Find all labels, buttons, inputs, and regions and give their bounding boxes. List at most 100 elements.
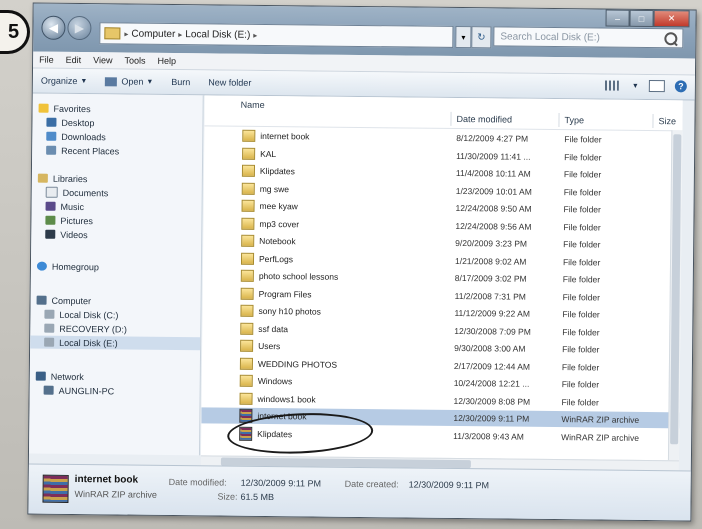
nav-desktop[interactable]: Desktop — [46, 116, 95, 130]
nav-videos[interactable]: Videos — [45, 228, 88, 241]
column-divider[interactable] — [558, 113, 560, 128]
file-type: File folder — [562, 256, 601, 267]
chevron-down-icon: ▼ — [80, 77, 88, 85]
help-icon[interactable]: ? — [674, 80, 687, 93]
recent-places-icon — [46, 145, 57, 155]
organize-label: Organize — [40, 75, 78, 87]
column-name[interactable]: Name — [241, 100, 265, 110]
search-icon[interactable] — [664, 32, 678, 46]
nav-desktop-label: Desktop — [61, 117, 95, 128]
menu-help[interactable]: Help — [157, 56, 176, 66]
nav-documents-label: Documents — [62, 187, 109, 198]
file-date-modified: 1/23/2009 10:01 AM — [455, 185, 532, 197]
nav-recent-places[interactable]: Recent Places — [46, 144, 119, 158]
explorer-window: ◀ ▶ ▸ Computer ▸ Local Disk (E:) ▸ ▾ ↻ S… — [27, 2, 697, 522]
nav-computer[interactable]: Computer — [36, 294, 92, 308]
menu-tools[interactable]: Tools — [124, 56, 145, 66]
folder-icon — [240, 322, 254, 335]
column-size[interactable]: Size — [658, 116, 676, 126]
new-folder-button[interactable]: New folder — [208, 77, 251, 87]
preview-pane-icon[interactable] — [648, 79, 665, 93]
file-name: KAL — [260, 148, 277, 159]
nav-aunglin-pc[interactable]: AUNGLIN-PC — [43, 384, 115, 398]
details-created-label: Date created: — [344, 478, 399, 490]
nav-network[interactable]: Network — [35, 370, 84, 384]
chevron-right-icon: ▸ — [253, 30, 258, 40]
homegroup-icon — [36, 261, 47, 271]
folder-icon — [241, 234, 255, 247]
downloads-icon — [46, 131, 57, 141]
details-created-value: 12/30/2009 9:11 PM — [408, 479, 490, 491]
menu-view[interactable]: View — [93, 55, 112, 65]
toolbar-right: ▼ ? — [604, 79, 687, 93]
column-divider[interactable] — [652, 114, 654, 129]
nav-music[interactable]: Music — [45, 200, 84, 213]
details-file-name: internet book — [74, 474, 139, 486]
column-date-modified[interactable]: Date modified — [456, 114, 512, 125]
desktop-icon — [46, 117, 57, 127]
menu-file[interactable]: File — [39, 55, 54, 65]
file-name: photo school lessons — [258, 270, 339, 282]
nav-documents[interactable]: Documents — [45, 186, 109, 200]
file-list: Name Date modified Type Size internet bo… — [200, 95, 683, 461]
folder-icon — [241, 182, 255, 195]
nav-recovery-label: RECOVERY (D:) — [59, 323, 128, 335]
nav-music-label: Music — [60, 201, 85, 212]
file-type: File folder — [561, 396, 599, 407]
burn-button[interactable]: Burn — [171, 77, 190, 87]
refresh-button[interactable]: ↻ — [471, 26, 492, 49]
nav-local-disk-e[interactable]: Local Disk (E:) — [30, 335, 201, 351]
winrar-archive-icon — [42, 474, 69, 503]
scroll-thumb[interactable] — [670, 134, 682, 445]
menu-edit[interactable]: Edit — [66, 55, 82, 65]
maximize-button[interactable]: □ — [629, 9, 654, 28]
folder-icon — [239, 374, 253, 387]
burn-label: Burn — [171, 76, 191, 88]
file-type: File folder — [564, 134, 602, 145]
file-date-modified: 11/4/2008 10:11 AM — [455, 167, 531, 179]
address-dropdown-button[interactable]: ▾ — [455, 25, 472, 49]
file-type: File folder — [563, 204, 601, 215]
star-icon — [38, 103, 49, 113]
nav-recovery-d[interactable]: RECOVERY (D:) — [44, 322, 127, 336]
file-name: mp3 cover — [259, 218, 300, 229]
change-view-icon[interactable] — [604, 80, 619, 91]
back-button[interactable]: ◀ — [41, 15, 66, 40]
window-controls: – □ ✕ — [605, 9, 690, 28]
minimize-button[interactable]: – — [605, 9, 630, 27]
file-date-modified: 11/30/2009 11:41 ... — [456, 150, 531, 162]
nav-homegroup[interactable]: Homegroup — [36, 260, 99, 274]
chevron-down-icon[interactable]: ▼ — [632, 82, 639, 89]
videos-icon — [45, 229, 56, 239]
vertical-scrollbar[interactable] — [667, 130, 683, 461]
chevron-down-icon: ▼ — [146, 78, 154, 86]
column-type[interactable]: Type — [564, 115, 584, 125]
file-type: File folder — [562, 309, 600, 320]
nav-network-label: Network — [50, 371, 84, 382]
nav-local-disk-c[interactable]: Local Disk (C:) — [44, 308, 119, 322]
computer-icon — [36, 295, 47, 305]
breadcrumb-local-disk-e[interactable]: Local Disk (E:) — [182, 29, 253, 41]
close-button[interactable]: ✕ — [653, 10, 690, 28]
organize-button[interactable]: Organize ▼ — [41, 76, 88, 86]
nav-favorites[interactable]: Favorites — [38, 102, 91, 116]
file-name: ssf data — [258, 323, 289, 334]
nav-pictures[interactable]: Pictures — [45, 214, 93, 227]
details-file-type: WinRAR ZIP archive — [74, 489, 157, 500]
folder-icon — [241, 199, 255, 212]
address-bar[interactable]: ▸ Computer ▸ Local Disk (E:) ▸ — [99, 22, 454, 48]
open-button[interactable]: Open ▼ — [105, 76, 153, 87]
breadcrumb-computer[interactable]: Computer — [128, 28, 178, 40]
nav-libraries[interactable]: Libraries — [37, 172, 88, 186]
file-type: File folder — [563, 221, 601, 232]
file-date-modified: 12/30/2008 7:09 PM — [454, 325, 531, 337]
column-divider[interactable] — [450, 111, 452, 126]
nav-downloads[interactable]: Downloads — [46, 130, 106, 144]
forward-button[interactable]: ▶ — [67, 15, 92, 41]
file-date-modified: 8/17/2009 3:02 PM — [454, 272, 527, 284]
folder-icon — [240, 287, 254, 300]
network-icon — [35, 371, 46, 381]
search-input[interactable]: Search Local Disk (E:) — [493, 26, 684, 49]
file-type: File folder — [562, 274, 601, 285]
file-type: File folder — [563, 239, 601, 250]
